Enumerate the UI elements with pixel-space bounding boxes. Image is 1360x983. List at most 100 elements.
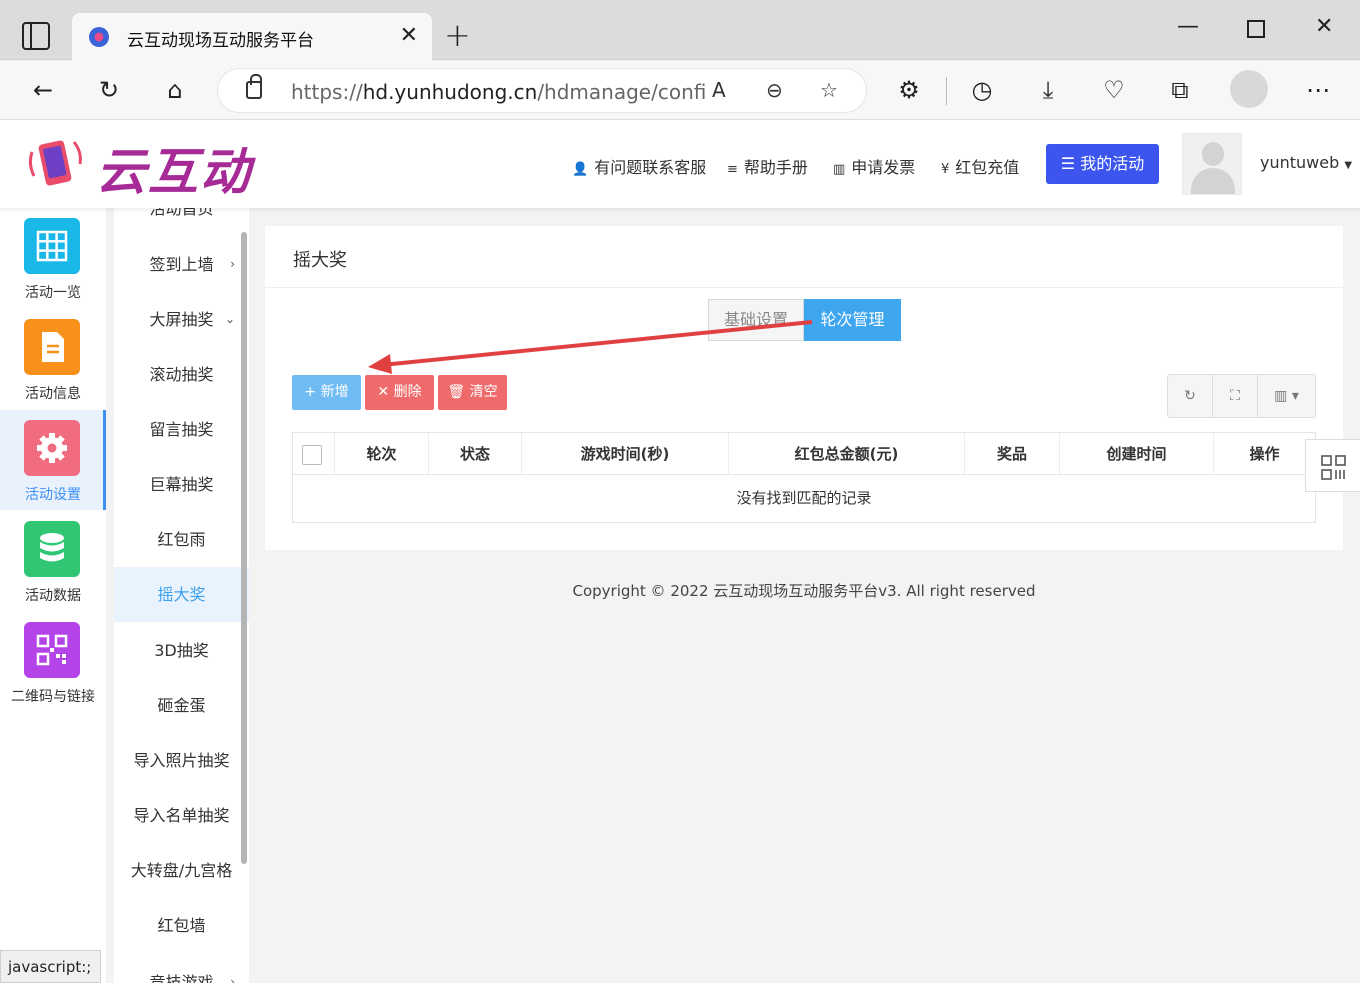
zoom-out-icon[interactable]: ⊖ bbox=[766, 78, 783, 102]
submenu-item-home[interactable]: 活动首页 bbox=[114, 208, 249, 236]
submenu-item-3d-lottery[interactable]: 3D抽奖 bbox=[114, 623, 249, 678]
browser-status-bar: javascript:; bbox=[0, 950, 101, 983]
column-header: 操作 bbox=[1249, 445, 1280, 463]
caret-down-icon: ▼ bbox=[1344, 160, 1353, 171]
grid-icon bbox=[24, 218, 80, 274]
sidebar-item-overview[interactable]: 活动一览 bbox=[0, 208, 106, 308]
secondary-menu: 活动首页 签到上墙 › 大屏抽奖 ⌄ 滚动抽奖 留言抽奖 巨幕抽奖 红包雨 摇大奖 … bbox=[114, 208, 249, 983]
read-aloud-icon[interactable]: A bbox=[712, 78, 726, 102]
collections-icon[interactable]: ⧉ bbox=[1163, 73, 1197, 107]
site-logo[interactable]: 云互动 bbox=[96, 132, 252, 204]
column-header[interactable]: 游戏时间(秒) bbox=[522, 433, 729, 475]
download-icon[interactable]: ⤓ bbox=[1031, 73, 1065, 107]
browser-essentials-icon[interactable]: ♡ bbox=[1097, 73, 1131, 107]
trash-icon: 🗑 bbox=[447, 384, 470, 400]
fullscreen-icon[interactable]: ⛶ bbox=[1213, 375, 1258, 417]
sidebar-item-label: 活动数据 bbox=[25, 588, 81, 604]
my-activity-button[interactable]: ☰ 我的活动 bbox=[1046, 144, 1159, 184]
delete-button[interactable]: ✕ 删除 bbox=[365, 375, 434, 410]
sidebar-item-qrcode[interactable]: 二维码与链接 bbox=[0, 612, 106, 712]
main-sidebar: 活动一览 活动信息 活动设置 活动数据 二维码与链接 bbox=[0, 208, 106, 983]
history-icon[interactable]: ◷ bbox=[965, 73, 999, 107]
close-icon: ✕ bbox=[377, 384, 394, 400]
list-icon: ≡ bbox=[727, 162, 738, 177]
home-icon[interactable]: ⌂ bbox=[158, 73, 192, 107]
column-header[interactable]: 红包总金额(元) bbox=[729, 433, 965, 475]
url-text[interactable]: https://hd.yunhudong.cn/hdmanage/confi..… bbox=[291, 80, 706, 104]
close-tab-icon[interactable]: ✕ bbox=[400, 23, 418, 48]
select-all-checkbox[interactable] bbox=[302, 445, 322, 465]
qrcode-icon bbox=[24, 622, 80, 678]
empty-table-message: 没有找到匹配的记录 bbox=[736, 489, 872, 507]
site-header: 云互动 👤 有问题联系客服 ≡ 帮助手册 ▥ 申请发票 ¥ 红包充值 ☰ 我的活动 yu… bbox=[0, 120, 1360, 208]
avatar[interactable] bbox=[1182, 133, 1242, 195]
submenu-item-competition[interactable]: 竞技游戏 › bbox=[114, 955, 249, 983]
close-window-icon[interactable]: ✕ bbox=[1315, 14, 1333, 39]
submenu-item-list-lottery[interactable]: 导入名单抽奖 bbox=[114, 788, 249, 843]
submenu-item-golden-egg[interactable]: 砸金蛋 bbox=[114, 678, 249, 733]
nav-help[interactable]: ≡ 帮助手册 bbox=[727, 154, 808, 178]
columns-icon[interactable]: ▥ ▾ bbox=[1258, 375, 1315, 417]
submenu-item-wheel[interactable]: 大转盘/九宫格 bbox=[114, 843, 249, 898]
site-favicon-icon bbox=[89, 27, 109, 47]
address-bar[interactable]: https://hd.yunhudong.cn/hdmanage/confi..… bbox=[217, 68, 867, 113]
refresh-icon[interactable]: ↻ bbox=[1168, 375, 1213, 417]
column-header[interactable]: 奖品 bbox=[965, 433, 1060, 475]
sidebar-item-label: 活动信息 bbox=[25, 386, 81, 402]
submenu-item-message-lottery[interactable]: 留言抽奖 bbox=[114, 402, 249, 457]
favorite-add-icon[interactable]: ☆ bbox=[820, 78, 838, 102]
chevron-down-icon: ⌄ bbox=[224, 312, 235, 326]
column-header[interactable]: 状态 bbox=[429, 433, 522, 475]
submenu-item-red-packet-rain[interactable]: 红包雨 bbox=[114, 512, 249, 567]
refresh-icon[interactable]: ↻ bbox=[92, 73, 126, 107]
tab-title: 云互动现场互动服务平台 bbox=[127, 31, 314, 51]
new-tab-icon[interactable]: + bbox=[444, 17, 471, 53]
submenu-item-shake-prize[interactable]: 摇大奖 bbox=[114, 567, 249, 622]
user-menu[interactable]: yuntuweb ▼ bbox=[1260, 153, 1352, 172]
nav-support[interactable]: 👤 有问题联系客服 bbox=[572, 154, 706, 178]
browser-tab[interactable]: 云互动现场互动服务平台 ✕ bbox=[72, 13, 432, 61]
page-title: 摇大奖 bbox=[293, 250, 347, 271]
footer-copyright: Copyright © 2022 云互动现场互动服务平台v3. All righ… bbox=[572, 582, 1036, 600]
yen-icon: ¥ bbox=[941, 162, 950, 177]
minimize-icon[interactable]: — bbox=[1177, 14, 1199, 39]
content-panel: 摇大奖 基础设置 轮次管理 + 新增 ✕ 删除 🗑 清空 ↻ ⛶ ▥ ▾ 轮次 … bbox=[265, 226, 1343, 550]
toolbar-divider bbox=[946, 77, 947, 105]
add-button[interactable]: + 新增 bbox=[292, 375, 361, 410]
extensions-icon[interactable]: ⚙ bbox=[892, 73, 926, 107]
add-user-icon: 👤 bbox=[572, 162, 589, 177]
back-icon[interactable]: ← bbox=[26, 73, 60, 107]
sidebar-item-settings[interactable]: 活动设置 bbox=[0, 410, 106, 510]
divider bbox=[265, 287, 1343, 288]
submenu-item-photo-lottery[interactable]: 导入照片抽奖 bbox=[114, 733, 249, 788]
maximize-icon[interactable] bbox=[1247, 20, 1265, 38]
document-icon bbox=[24, 319, 80, 375]
annotation-arrow-icon bbox=[368, 320, 813, 374]
qrcode-float-icon[interactable] bbox=[1305, 439, 1360, 492]
profile-icon[interactable] bbox=[1230, 70, 1268, 108]
gear-icon bbox=[24, 420, 80, 476]
list-icon: ☰ bbox=[1060, 154, 1081, 173]
tab-actions-icon[interactable] bbox=[22, 22, 50, 50]
submenu-item-screen-lottery[interactable]: 大屏抽奖 ⌄ bbox=[114, 292, 249, 347]
column-header[interactable]: 轮次 bbox=[335, 433, 429, 475]
lock-icon[interactable] bbox=[246, 74, 262, 99]
submenu-item-giant-lottery[interactable]: 巨幕抽奖 bbox=[114, 457, 249, 512]
submenu-item-scroll-lottery[interactable]: 滚动抽奖 bbox=[114, 347, 249, 402]
sidebar-item-data[interactable]: 活动数据 bbox=[0, 511, 106, 611]
submenu-item-red-packet-wall[interactable]: 红包墙 bbox=[114, 898, 249, 953]
sidebar-item-info[interactable]: 活动信息 bbox=[0, 309, 106, 409]
sidebar-item-label: 活动设置 bbox=[25, 487, 81, 503]
chevron-right-icon: › bbox=[230, 257, 235, 271]
more-menu-icon[interactable]: ⋯ bbox=[1301, 73, 1335, 107]
column-header[interactable]: 创建时间 bbox=[1060, 433, 1214, 475]
nav-invoice[interactable]: ▥ 申请发票 bbox=[833, 154, 915, 178]
logo-phone-icon bbox=[28, 140, 82, 186]
browser-toolbar: ← ↻ ⌂ https://hd.yunhudong.cn/hdmanage/c… bbox=[0, 61, 1360, 120]
table-toolbar: ↻ ⛶ ▥ ▾ bbox=[1167, 374, 1316, 418]
submenu-scrollbar[interactable] bbox=[241, 232, 247, 864]
nav-recharge[interactable]: ¥ 红包充值 bbox=[941, 154, 1019, 178]
clear-button[interactable]: 🗑 清空 bbox=[438, 375, 507, 410]
sidebar-item-label: 二维码与链接 bbox=[11, 689, 95, 705]
submenu-item-signin[interactable]: 签到上墙 › bbox=[114, 237, 249, 292]
